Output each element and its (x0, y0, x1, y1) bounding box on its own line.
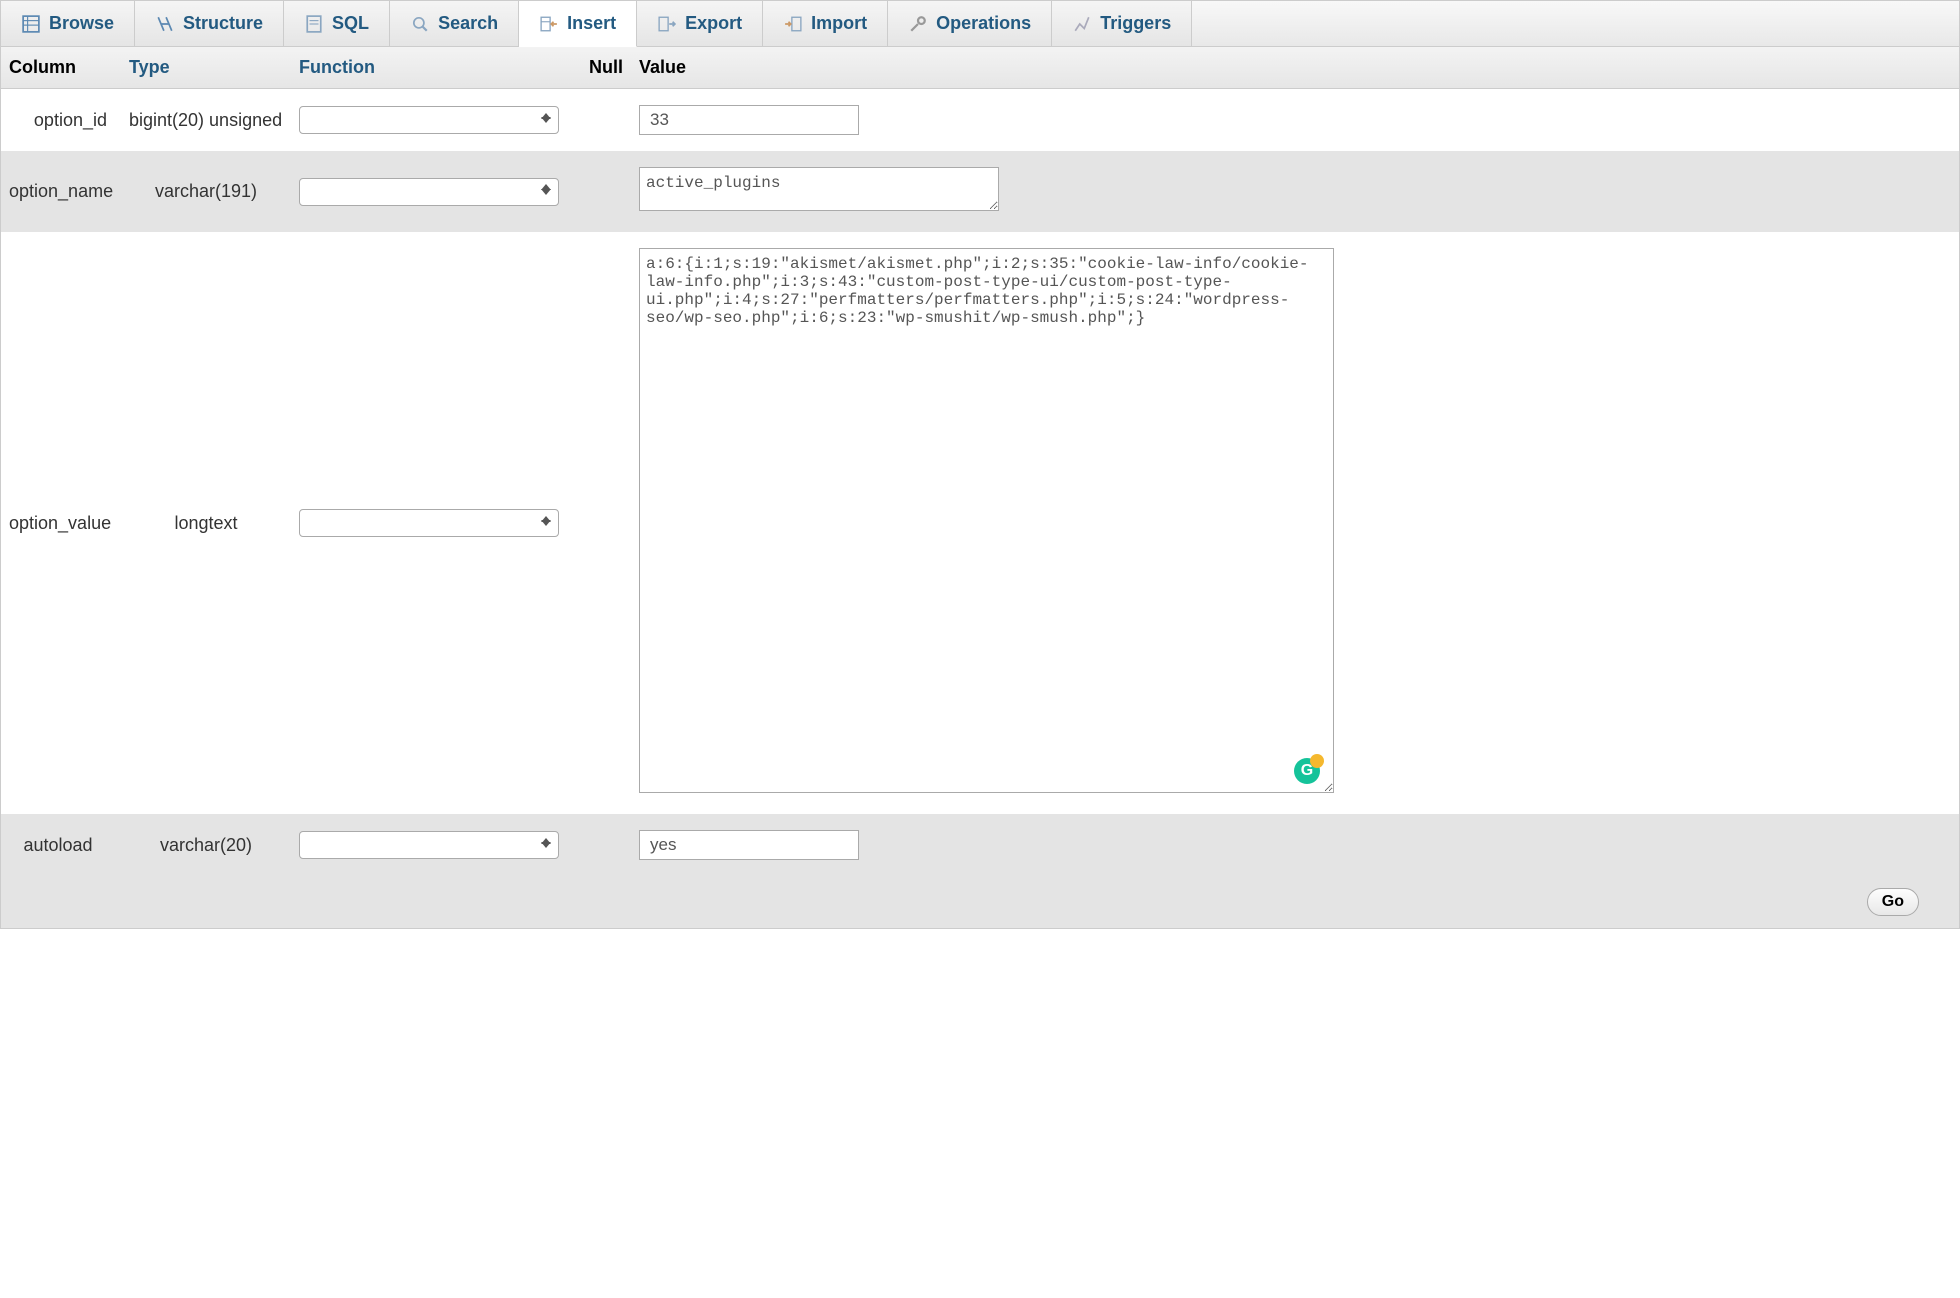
null-cell (581, 517, 631, 529)
grammarly-icon[interactable]: G (1294, 758, 1320, 784)
tab-label: Browse (49, 13, 114, 34)
tab-insert[interactable]: Insert (519, 1, 637, 47)
tab-label: Structure (183, 13, 263, 34)
header-value: Value (631, 47, 1959, 88)
null-cell (581, 186, 631, 198)
header-column: Column (1, 47, 121, 88)
tab-structure[interactable]: Structure (135, 1, 284, 46)
value-textarea-option-value[interactable]: a:6:{i:1;s:19:"akismet/akismet.php";i:2;… (639, 248, 1334, 793)
column-type: varchar(191) (121, 175, 291, 208)
structure-icon (155, 14, 175, 34)
form-footer: Go (1, 876, 1959, 928)
null-cell (581, 839, 631, 851)
tab-operations[interactable]: Operations (888, 1, 1052, 46)
header-null: Null (581, 47, 631, 88)
column-name: autoload (1, 829, 121, 862)
export-icon (657, 14, 677, 34)
tab-import[interactable]: Import (763, 1, 888, 46)
function-select[interactable] (299, 178, 559, 206)
column-name: option_id (1, 104, 121, 137)
function-select-wrap (299, 178, 559, 206)
tab-triggers[interactable]: Triggers (1052, 1, 1192, 46)
tab-bar: Browse Structure SQL Search Insert (1, 1, 1959, 47)
tab-sql[interactable]: SQL (284, 1, 390, 46)
tab-label: SQL (332, 13, 369, 34)
import-icon (783, 14, 803, 34)
tab-export[interactable]: Export (637, 1, 763, 46)
tab-label: Triggers (1100, 13, 1171, 34)
column-name: option_name (1, 175, 121, 208)
column-type: varchar(20) (121, 829, 291, 862)
table-header: Column Type Function Null Value (1, 47, 1959, 89)
function-select[interactable] (299, 106, 559, 134)
insert-icon (539, 14, 559, 34)
value-textarea-option-name[interactable]: active_plugins (639, 167, 999, 211)
search-icon (410, 14, 430, 34)
column-name: option_value (1, 507, 121, 540)
tab-label: Insert (567, 13, 616, 34)
header-type[interactable]: Type (121, 47, 291, 88)
tab-browse[interactable]: Browse (1, 1, 135, 46)
table-row: option_name varchar(191) active_plugins (1, 151, 1959, 232)
table-row: autoload varchar(20) (1, 814, 1959, 876)
triggers-icon (1072, 14, 1092, 34)
value-input-autoload[interactable] (639, 830, 859, 860)
table-row: option_id bigint(20) unsigned (1, 89, 1959, 151)
tab-label: Search (438, 13, 498, 34)
browse-icon (21, 14, 41, 34)
column-type: longtext (121, 507, 291, 540)
value-input-option-id[interactable] (639, 105, 859, 135)
value-wrap: a:6:{i:1;s:19:"akismet/akismet.php";i:2;… (639, 248, 1334, 798)
function-select-wrap (299, 831, 559, 859)
table-row: option_value longtext a:6:{i:1;s:19:"aki… (1, 232, 1959, 814)
header-function[interactable]: Function (291, 47, 581, 88)
function-select[interactable] (299, 831, 559, 859)
tab-label: Export (685, 13, 742, 34)
tab-label: Import (811, 13, 867, 34)
column-type: bigint(20) unsigned (121, 104, 291, 137)
sql-icon (304, 14, 324, 34)
tab-label: Operations (936, 13, 1031, 34)
tab-search[interactable]: Search (390, 1, 519, 46)
operations-icon (908, 14, 928, 34)
null-cell (581, 114, 631, 126)
function-select[interactable] (299, 509, 559, 537)
go-button[interactable]: Go (1867, 888, 1919, 916)
function-select-wrap (299, 106, 559, 134)
insert-form-container: Browse Structure SQL Search Insert (0, 0, 1960, 929)
function-select-wrap (299, 509, 559, 537)
